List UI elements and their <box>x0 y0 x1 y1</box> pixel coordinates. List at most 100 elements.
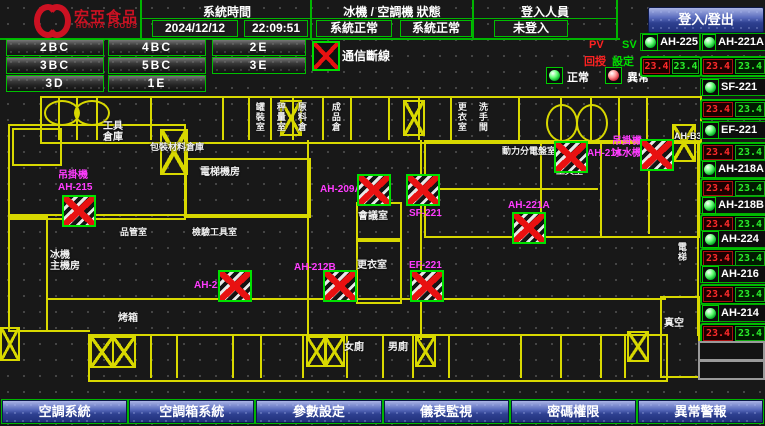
room-label-2: 罐裝室 <box>254 102 264 132</box>
sv-value: 23.4 <box>735 145 765 160</box>
room-label-19: 女廁 <box>344 342 364 353</box>
equipment-item-ah-214[interactable]: AH-214 <box>700 304 765 322</box>
wall-line <box>618 96 620 140</box>
wall-line <box>8 330 90 332</box>
pv-value: 23.4 <box>703 326 733 341</box>
equipment-name: SF-221 <box>721 81 757 93</box>
wall-line <box>307 140 309 340</box>
room-label-13: 更衣室 <box>357 260 387 271</box>
room-label-15: 冰機 主機房 <box>50 250 80 272</box>
wall-line <box>346 334 348 378</box>
device-label-sf-221: SF-221 <box>409 208 442 220</box>
status-led-icon <box>702 266 719 283</box>
device-disconnect-icon-1[interactable] <box>357 174 391 206</box>
equipment-item-ah-221a[interactable]: AH-221A <box>700 33 765 51</box>
wall-line <box>424 188 598 190</box>
empty-slot <box>698 360 765 380</box>
wall-line <box>8 214 308 216</box>
wall-line <box>450 96 452 140</box>
device-disconnect-icon-7[interactable] <box>512 212 546 244</box>
sv-value: 23.4 <box>735 287 765 302</box>
equipment-item-ah-224[interactable]: AH-224 <box>700 230 765 248</box>
equipment-item-ah-225[interactable]: AH-225 <box>640 33 700 51</box>
wall-line <box>420 140 422 340</box>
room-label-1: 包裝材料倉庫 <box>150 143 204 153</box>
sv-value: 23.4 <box>735 251 765 266</box>
wall-line <box>382 334 384 378</box>
sv-value: 23.4 <box>672 59 699 74</box>
wall-line <box>388 96 390 140</box>
pv-value: 23.4 <box>703 145 733 160</box>
device-disconnect-icon-2[interactable] <box>406 174 440 206</box>
nav-button-5[interactable]: 密碼權限 <box>511 400 636 423</box>
wall-line <box>150 334 152 378</box>
room-label-12: 會議室 <box>358 211 388 222</box>
wall-line <box>350 96 352 140</box>
status-led-icon <box>702 197 716 214</box>
device-disconnect-icon-6[interactable] <box>640 139 674 171</box>
wall-line <box>624 334 626 378</box>
status-led-icon <box>642 34 658 51</box>
stairs-icon <box>112 336 136 368</box>
device-disconnect-icon-5[interactable] <box>554 141 588 173</box>
equipment-item-ah-218a[interactable]: AH-218A <box>700 160 765 178</box>
equipment-item-ef-221[interactable]: EF-221 <box>700 121 765 139</box>
pv-value: 23.4 <box>703 59 733 74</box>
bottom-nav-bar: 空調系統空調箱系統參數設定儀表監視密碼權限異常警報 <box>1 399 764 424</box>
wall-line <box>12 128 62 166</box>
sv-value: 23.4 <box>735 181 765 196</box>
room-label-5: 成品倉 <box>330 102 340 132</box>
status-led-icon <box>702 122 719 139</box>
wall-line <box>222 96 224 140</box>
equipment-values: 23.423.4 <box>700 284 765 305</box>
equipment-name: EF-221 <box>721 124 757 136</box>
room-label-3: 秤量室 <box>275 102 285 132</box>
scada-screen: 宏亞食品 HUNYA FOODS 系統時間 2024/12/12 22:09:5… <box>0 0 765 426</box>
status-led-icon <box>702 161 716 178</box>
device-disconnect-icon-3[interactable] <box>323 270 357 302</box>
wall-line <box>150 96 152 140</box>
device-disconnect-icon-8[interactable] <box>218 270 252 302</box>
nav-button-4[interactable]: 儀表監視 <box>384 400 509 423</box>
device-disconnect-icon-0[interactable] <box>62 195 96 227</box>
equipment-values: 23.423.4 <box>640 56 702 77</box>
wall-line <box>448 334 450 378</box>
pv-value: 23.4 <box>703 251 733 266</box>
nav-button-3[interactable]: 參數設定 <box>256 400 381 423</box>
stairs-icon <box>672 124 696 162</box>
equipment-item-ah-218b[interactable]: AH-218B <box>700 196 765 214</box>
empty-slot <box>698 341 765 361</box>
wall-line <box>88 334 668 382</box>
equipment-values: 23.423.4 <box>700 56 765 77</box>
equipment-name: AH-214 <box>721 307 759 319</box>
sv-value: 23.4 <box>735 102 765 117</box>
device-disconnect-icon-4[interactable] <box>410 270 444 302</box>
equipment-name: AH-218A <box>718 163 764 175</box>
wall-line <box>646 96 648 140</box>
room-label-20: 男廁 <box>388 342 408 353</box>
room-label-4: 原料倉 <box>296 102 306 132</box>
room-label-0: 工具 倉庫 <box>103 121 123 143</box>
room-label-9: 電梯機房 <box>200 167 240 178</box>
status-led-icon <box>702 231 719 248</box>
equipment-name: AH-218B <box>718 199 764 211</box>
equipment-item-sf-221[interactable]: SF-221 <box>700 78 765 96</box>
equipment-item-ah-216[interactable]: AH-216 <box>700 265 765 283</box>
status-led-icon <box>702 305 719 322</box>
equipment-name: AH-221A <box>718 36 764 48</box>
stairs-icon <box>324 336 345 367</box>
equipment-name: AH-225 <box>660 36 698 48</box>
wall-line <box>518 96 520 140</box>
wall-line <box>322 96 324 140</box>
room-label-21: 真空 <box>664 318 684 329</box>
room-label-17: 檢驗工具室 <box>192 228 237 238</box>
nav-button-1[interactable]: 空調系統 <box>2 400 127 423</box>
spiral-stair-icon <box>576 104 608 142</box>
status-led-icon <box>702 79 719 96</box>
wall-line <box>412 334 414 378</box>
nav-button-6[interactable]: 異常警報 <box>638 400 763 423</box>
stairs-icon <box>415 336 436 367</box>
nav-button-2[interactable]: 空調箱系統 <box>129 400 254 423</box>
equipment-name: AH-224 <box>721 233 759 245</box>
room-label-6: 更衣室 <box>456 102 466 132</box>
